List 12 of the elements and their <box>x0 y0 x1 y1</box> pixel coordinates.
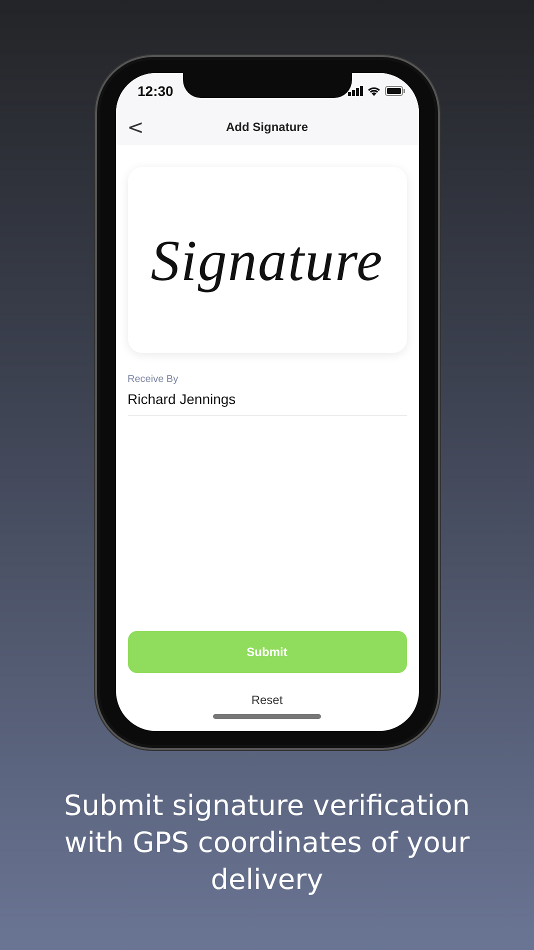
battery-icon <box>384 86 404 96</box>
receiver-name-field[interactable]: Richard Jennings <box>128 385 406 416</box>
wifi-icon <box>366 86 380 96</box>
signature-pad[interactable]: Signature <box>128 167 406 353</box>
reset-button[interactable]: Reset <box>251 693 283 707</box>
field-label: Receive By <box>128 374 180 385</box>
status-time: 12:30 <box>138 83 174 99</box>
signal-icon <box>348 86 362 96</box>
back-button[interactable]: < <box>127 117 144 137</box>
screen-title: Add Signature <box>224 120 309 134</box>
signature-text: Signature <box>150 226 384 294</box>
caption-text: Submit signature verification with GPS coordinates of your delivery <box>63 788 471 898</box>
